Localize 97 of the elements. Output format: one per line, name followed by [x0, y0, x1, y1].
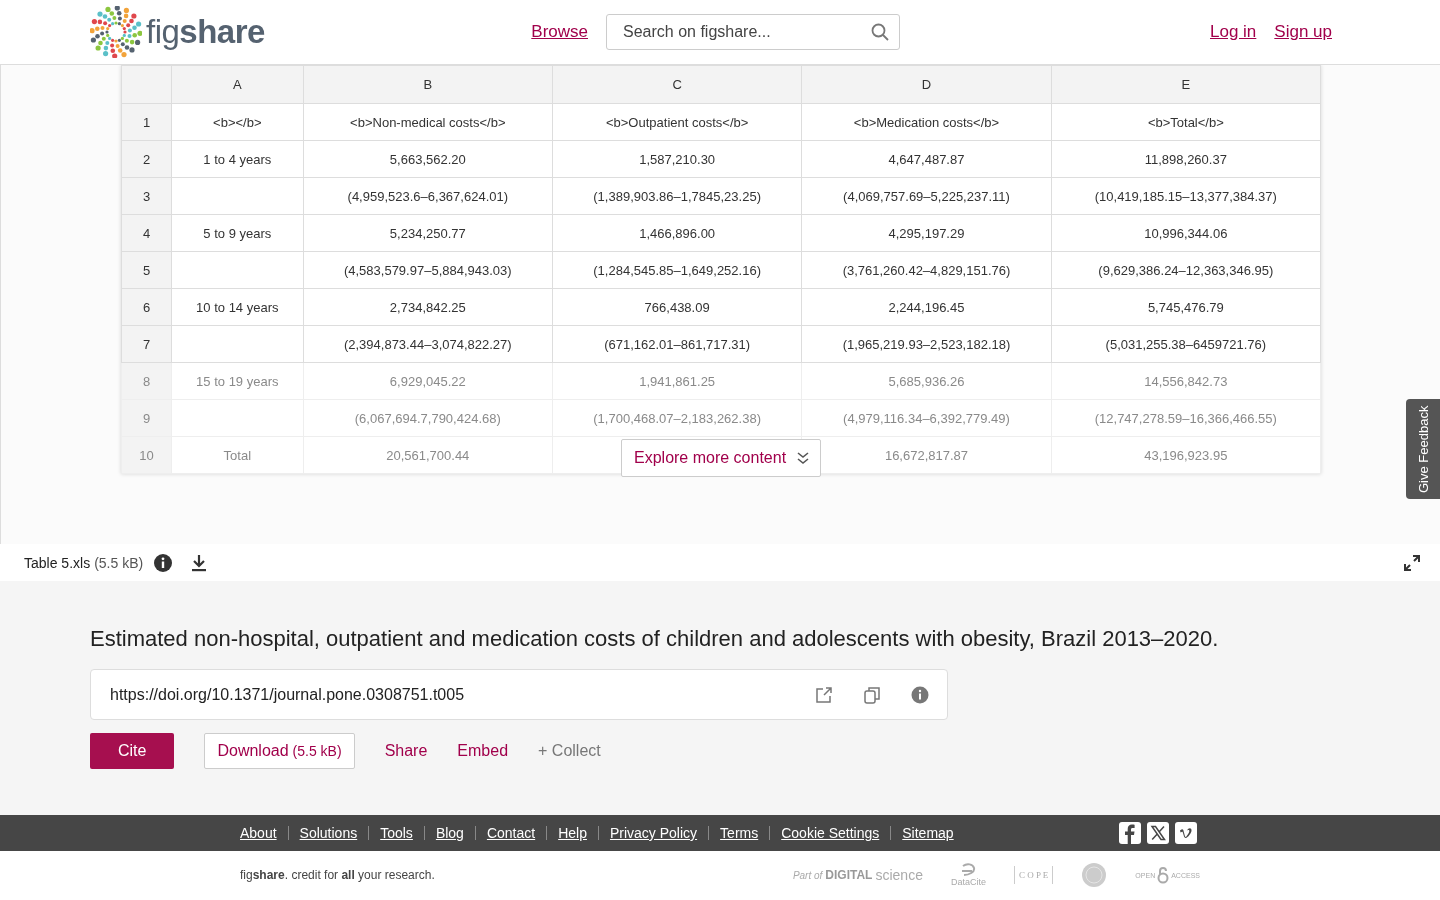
row-number: 5	[121, 251, 172, 289]
table-cell: 1 to 4 years	[171, 140, 304, 178]
table-cell: (1,284,545.85–1,649,252.16)	[552, 251, 802, 289]
search-icon[interactable]	[871, 23, 889, 41]
table-cell: 4,647,487.87	[801, 140, 1052, 178]
footer-link[interactable]: Contact	[474, 826, 547, 840]
footer-link[interactable]: Terms	[708, 826, 770, 840]
file-name: Table 5.xls	[24, 554, 91, 571]
explore-button[interactable]: Explore more content	[621, 439, 822, 477]
table-cell: (5,031,255.38–6459721.76)	[1051, 325, 1321, 363]
table-cell: <b>Total</b>	[1051, 103, 1321, 141]
tagline: figshare. credit for all your research.	[240, 868, 435, 882]
footer-link[interactable]: Blog	[423, 826, 475, 840]
row-number: 2	[121, 140, 172, 178]
table-cell: (4,959,523.6–6,367,624.01)	[303, 177, 553, 215]
chevron-icon	[796, 451, 811, 465]
row-number: 1	[121, 103, 172, 141]
x-icon[interactable]	[1147, 822, 1169, 844]
expand-icon[interactable]	[1404, 554, 1420, 571]
feedback-tab[interactable]: Give Feedback	[1406, 399, 1440, 499]
footer-link[interactable]: About	[240, 826, 288, 840]
action-link[interactable]: Share	[384, 733, 428, 769]
vimeo-icon[interactable]	[1175, 822, 1197, 844]
table-cell: 1,466,896.00	[552, 214, 802, 252]
column-header: C	[552, 65, 802, 104]
table-cell: <b></b>	[171, 103, 304, 141]
table-cell: 43,196,923.95	[1051, 436, 1321, 474]
table-cell: <b>Non-medical costs</b>	[303, 103, 553, 141]
table-cell: (1,389,903.86–1,7845,23.25)	[552, 177, 802, 215]
footer-link[interactable]: Solutions	[287, 826, 369, 840]
table-cell: 5,234,250.77	[303, 214, 553, 252]
table-cell: 1,941,861.25	[552, 362, 802, 400]
table-cell: 5,685,936.26	[801, 362, 1052, 400]
table-cell: 1,587,210.30	[552, 140, 802, 178]
table-cell: (3,761,260.42–4,829,151.76)	[801, 251, 1052, 289]
footer-link[interactable]: Privacy Policy	[597, 826, 709, 840]
item-title: Estimated non-hospital, outpatient and medication costs of children and adolescents with obesity, Brazil 2013–2020.	[90, 626, 1220, 652]
table-cell: (1,700,468.07–2,183,262.38)	[552, 399, 802, 437]
file-size: (5.5 kB)	[94, 554, 144, 571]
table-cell: <b>Outpatient costs</b>	[552, 103, 802, 141]
search-box[interactable]: Search on figshare...	[606, 14, 900, 50]
table-cell: (2,394,873.44–3,074,822.27)	[303, 325, 553, 363]
column-header: A	[171, 65, 304, 104]
logo-text: figshare	[146, 13, 265, 51]
table-cell: 4,295,197.29	[801, 214, 1052, 252]
table-cell: (1,965,219.93–2,523,182.18)	[801, 325, 1052, 363]
download-button[interactable]: Download (5.5 kB)	[204, 733, 355, 769]
download-icon[interactable]	[191, 553, 208, 572]
footer-link[interactable]: Tools	[368, 826, 424, 840]
row-number: 6	[121, 288, 172, 326]
table-cell: 10,996,344.06	[1051, 214, 1321, 252]
table-cell: Total	[171, 436, 304, 474]
info-icon[interactable]	[153, 552, 174, 573]
table-cell: (10,419,185.15–13,377,384.37)	[1051, 177, 1321, 215]
row-number: 9	[121, 399, 172, 437]
cite-button[interactable]: Cite	[90, 733, 175, 769]
doi-link[interactable]: https://doi.org/10.1371/journal.pone.0308751.t005	[110, 685, 785, 704]
row-number: 7	[121, 325, 172, 363]
table-cell: 5,745,476.79	[1051, 288, 1321, 326]
table-cell: 5,663,562.20	[303, 140, 553, 178]
facebook-icon[interactable]	[1119, 822, 1141, 844]
table-cell: (9,629,386.24–12,363,346.95)	[1051, 251, 1321, 289]
table-cell: 2,734,842.25	[303, 288, 553, 326]
column-header: E	[1051, 65, 1321, 104]
row-number: 8	[121, 362, 172, 400]
external-link-icon[interactable]	[815, 685, 833, 704]
table-cell: (4,979,116.34–6,392,779.49)	[801, 399, 1052, 437]
copy-icon[interactable]	[863, 685, 881, 704]
table-cell: 11,898,260.37	[1051, 140, 1321, 178]
table-cell: (4,583,579.97–5,884,943.03)	[303, 251, 553, 289]
account-link[interactable]: Sign up	[1274, 22, 1332, 42]
action-link[interactable]: Embed	[457, 733, 509, 769]
table-cell: (671,162.01–861,717.31)	[552, 325, 802, 363]
table-cell: (4,069,757.69–5,225,237.11)	[801, 177, 1052, 215]
table-cell: 14,556,842.73	[1051, 362, 1321, 400]
column-header: B	[303, 65, 553, 104]
row-number: 10	[121, 436, 172, 474]
row-number: 3	[121, 177, 172, 215]
table-cell: 10 to 14 years	[171, 288, 304, 326]
collect-link[interactable]: + Collect	[538, 733, 601, 769]
table-cell: (12,747,278.59–16,366,466.55)	[1051, 399, 1321, 437]
footer-link[interactable]: Sitemap	[890, 826, 965, 840]
table-cell: 15 to 19 years	[171, 362, 304, 400]
row-number: 4	[121, 214, 172, 252]
table-cell: (6,067,694.7,790,424.68)	[303, 399, 553, 437]
table-cell: 20,561,700.44	[303, 436, 553, 474]
footer-link[interactable]: Help	[546, 826, 598, 840]
nav-link[interactable]: Browse	[531, 22, 588, 42]
footer-link[interactable]: Cookie Settings	[769, 826, 891, 840]
account-link[interactable]: Log in	[1210, 22, 1257, 42]
table-cell: 766,438.09	[552, 288, 802, 326]
column-header: D	[801, 65, 1052, 104]
table-cell: 5 to 9 years	[171, 214, 304, 252]
table-cell: 2,244,196.45	[801, 288, 1052, 326]
logo-icon	[90, 6, 142, 58]
table-cell: <b>Medication costs</b>	[801, 103, 1052, 141]
table-cell: 6,929,045.22	[303, 362, 553, 400]
